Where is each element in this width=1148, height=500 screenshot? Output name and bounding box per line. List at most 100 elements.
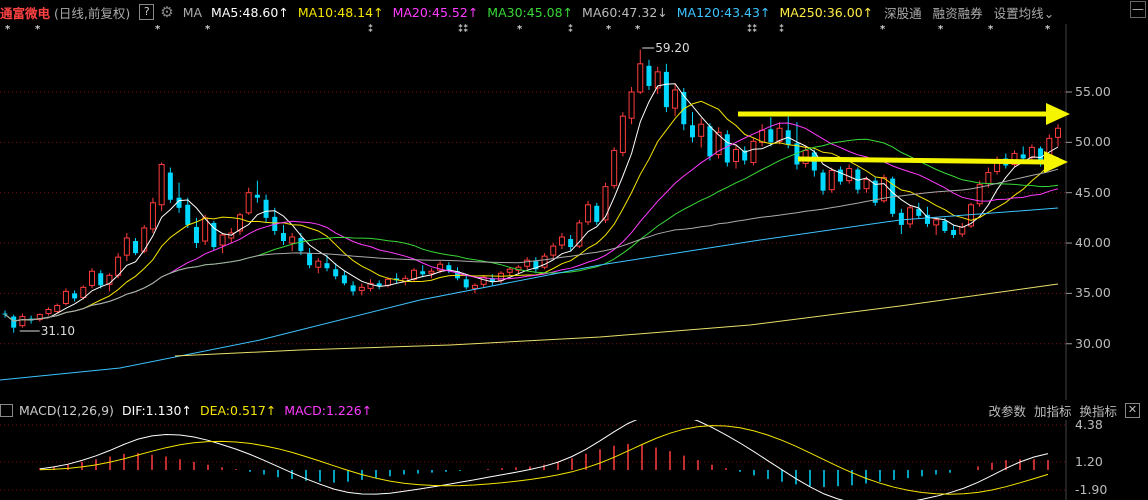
price-axis-label: 55.00 <box>1075 84 1111 99</box>
ma250-line <box>174 283 1059 357</box>
candle[interactable] <box>959 222 966 238</box>
candle[interactable] <box>315 258 322 274</box>
candle[interactable] <box>733 144 740 169</box>
price-axis-label: 30.00 <box>1075 335 1111 351</box>
candle[interactable] <box>89 268 96 289</box>
candle[interactable] <box>828 167 835 193</box>
add-indicator-button[interactable]: 加指标 <box>1034 401 1072 420</box>
candle[interactable] <box>533 257 539 274</box>
candle[interactable] <box>750 137 757 166</box>
candle[interactable] <box>524 257 531 270</box>
candle[interactable] <box>350 281 356 296</box>
candle[interactable] <box>463 275 469 290</box>
candle[interactable] <box>724 130 730 167</box>
candle[interactable] <box>367 279 374 292</box>
macd-value: MACD:1.226↑ <box>284 402 373 418</box>
candle[interactable] <box>759 124 766 147</box>
candle[interactable] <box>820 169 826 195</box>
candle[interactable] <box>245 187 252 215</box>
candle[interactable] <box>236 212 243 235</box>
candle[interactable] <box>898 208 904 234</box>
candle[interactable] <box>637 49 644 95</box>
candle[interactable] <box>123 232 130 262</box>
candle[interactable] <box>307 248 313 269</box>
candle[interactable] <box>167 167 173 203</box>
candle[interactable] <box>176 182 182 213</box>
candle[interactable] <box>149 197 156 233</box>
change-params-button[interactable]: 改参数 <box>988 401 1026 420</box>
kline-chart[interactable]: 59.20 31.10 <box>0 0 1148 400</box>
macd-checkbox[interactable] <box>0 403 13 417</box>
candle[interactable] <box>185 197 191 228</box>
candle[interactable] <box>45 307 52 316</box>
candle[interactable] <box>619 112 626 157</box>
candle[interactable] <box>2 310 8 318</box>
candle[interactable] <box>976 180 983 207</box>
candle[interactable] <box>585 200 592 225</box>
candle[interactable] <box>663 63 669 113</box>
macd-header: MACD(12,26,9) DIF:1.130↑ DEA:0.517↑ MACD… <box>0 401 1148 419</box>
ma120-line <box>0 207 1059 381</box>
candle[interactable] <box>341 271 347 286</box>
dea-line <box>39 425 1049 495</box>
candle[interactable] <box>394 273 400 284</box>
ma10-line <box>4 100 1059 322</box>
candle[interactable] <box>506 267 513 276</box>
dea-value: DEA:0.517↑ <box>199 402 277 418</box>
candle[interactable] <box>872 177 878 206</box>
candle[interactable] <box>62 288 69 306</box>
price-axis-label: 40.00 <box>1075 235 1111 251</box>
candle[interactable] <box>420 265 426 278</box>
candle[interactable] <box>428 268 435 279</box>
price-axis-label: 50.00 <box>1075 134 1111 150</box>
price-axis-label: 45.00 <box>1075 184 1111 200</box>
candle[interactable] <box>672 83 679 117</box>
candle[interactable] <box>541 253 548 270</box>
macd-label[interactable]: MACD(12,26,9) <box>19 403 114 418</box>
candle[interactable] <box>837 166 843 185</box>
candle[interactable] <box>402 275 409 286</box>
candle[interactable] <box>11 314 17 333</box>
candle[interactable] <box>133 238 139 256</box>
low-annotation: 31.10 <box>19 324 75 338</box>
candle[interactable] <box>646 59 652 90</box>
candle[interactable] <box>933 216 940 235</box>
candle[interactable] <box>219 232 226 254</box>
candle[interactable] <box>715 127 722 159</box>
candle[interactable] <box>689 112 695 143</box>
candle[interactable] <box>846 164 853 184</box>
candle[interactable] <box>594 202 600 225</box>
dif-value: DIF:1.130↑ <box>121 402 192 418</box>
candle[interactable] <box>558 232 565 250</box>
candle[interactable] <box>1055 124 1061 147</box>
candle[interactable] <box>72 290 78 302</box>
candle[interactable] <box>158 162 165 211</box>
candle[interactable] <box>280 224 286 246</box>
candle[interactable] <box>916 202 922 219</box>
candle[interactable] <box>211 220 217 251</box>
candle[interactable] <box>611 147 618 189</box>
candle[interactable] <box>36 313 43 322</box>
candle[interactable] <box>471 283 478 294</box>
candle[interactable] <box>628 86 635 125</box>
candle[interactable] <box>698 118 705 148</box>
candle[interactable] <box>768 117 774 147</box>
high-annotation: 59.20 <box>642 41 690 55</box>
candle[interactable] <box>19 313 26 328</box>
candle[interactable] <box>951 224 957 239</box>
close-icon[interactable]: ✕ <box>1125 402 1140 418</box>
low-price-label: 31.10 <box>41 324 75 338</box>
candle[interactable] <box>550 243 557 259</box>
candle[interactable] <box>742 146 748 165</box>
candle[interactable] <box>263 194 269 223</box>
macd-axis-label: 1.20 <box>1075 454 1103 469</box>
macd-axis-label: -1.90 <box>1075 482 1108 497</box>
candle[interactable] <box>376 280 382 290</box>
candle[interactable] <box>907 204 914 228</box>
macd-chart[interactable] <box>0 420 1148 500</box>
candle[interactable] <box>254 180 260 203</box>
candle[interactable] <box>785 116 791 149</box>
high-price-label: 59.20 <box>655 41 689 55</box>
candle[interactable] <box>289 232 296 252</box>
candle[interactable] <box>141 224 148 254</box>
